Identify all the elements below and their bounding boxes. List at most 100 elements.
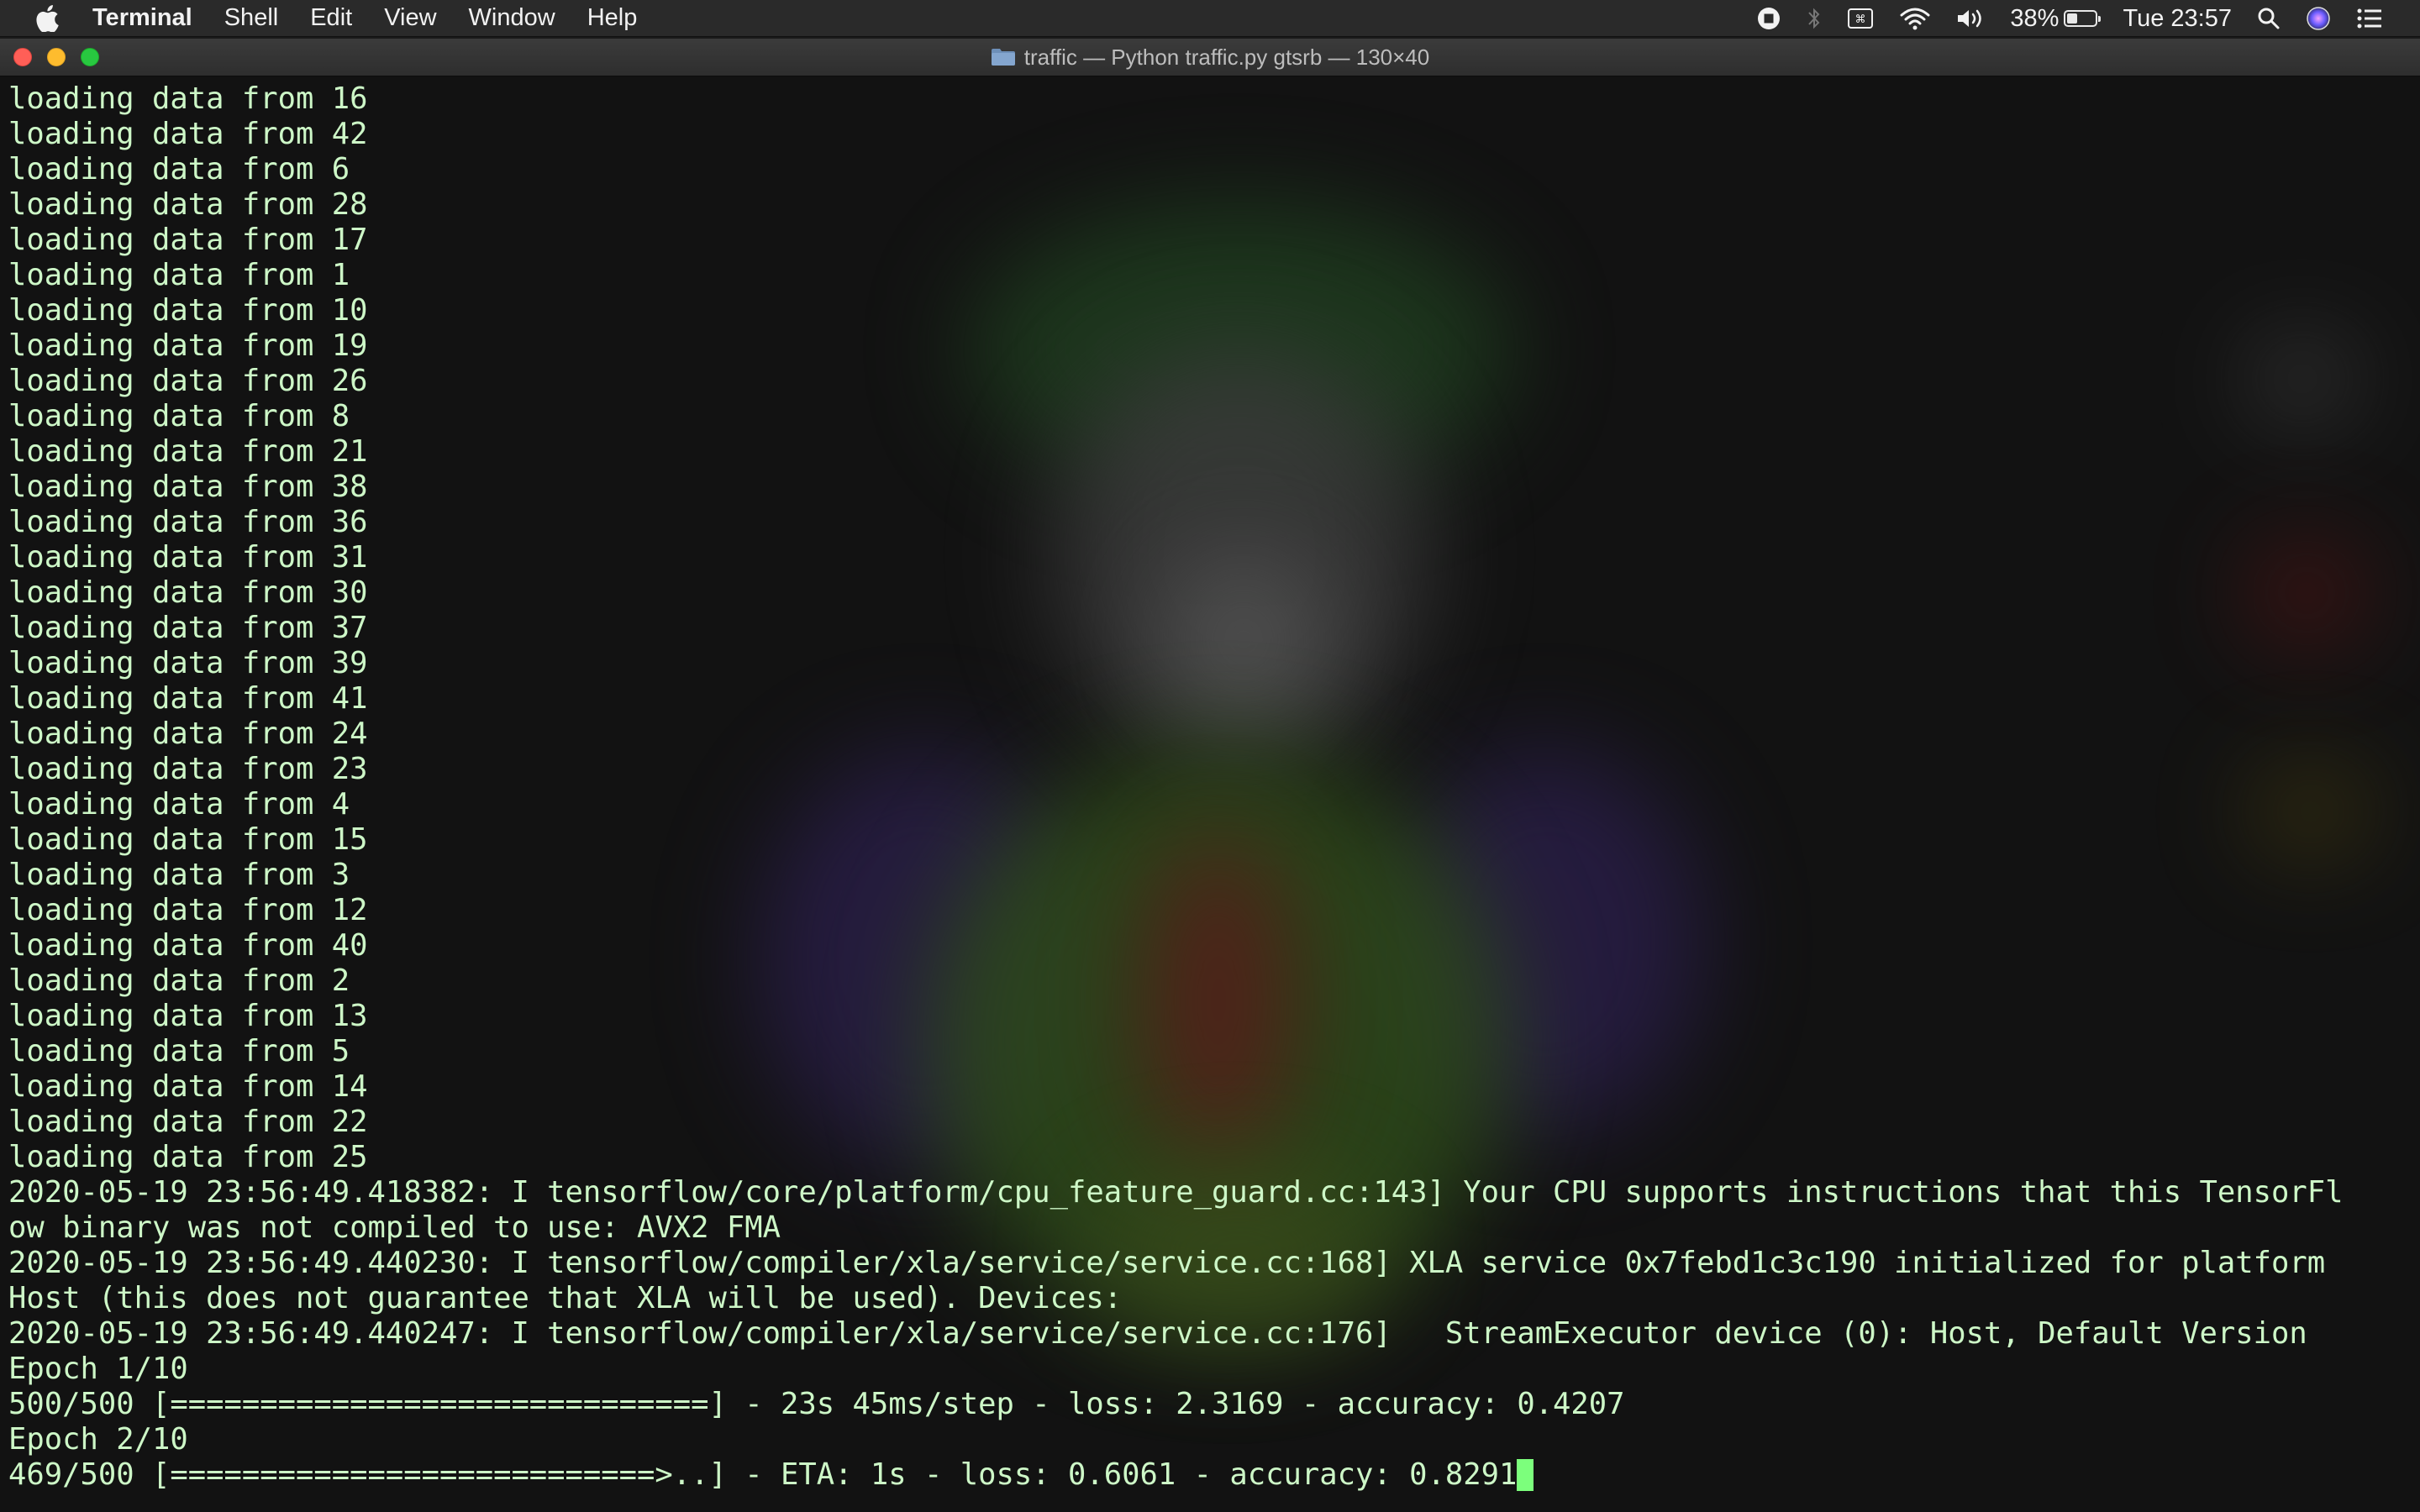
minimize-window-button[interactable] xyxy=(47,48,66,66)
terminal-line-text: Epoch 1/10 xyxy=(8,1352,188,1386)
terminal-line-text: Epoch 2/10 xyxy=(8,1422,188,1457)
screen-record-icon[interactable] xyxy=(1756,0,1781,37)
terminal-line: loading data from 5 xyxy=(8,1034,2412,1069)
terminal-line: 469/500 [===========================>..]… xyxy=(8,1457,2412,1493)
terminal-line: loading data from 30 xyxy=(8,575,2412,611)
terminal-line: loading data from 19 xyxy=(8,328,2412,364)
terminal-line-text: loading data from 4 xyxy=(8,787,350,822)
terminal-line: loading data from 14 xyxy=(8,1069,2412,1105)
terminal-line-text: loading data from 12 xyxy=(8,893,368,927)
terminal-line-text: loading data from 13 xyxy=(8,999,368,1033)
notification-center-icon[interactable] xyxy=(2356,0,2383,37)
terminal-line: loading data from 26 xyxy=(8,364,2412,399)
spotlight-search-icon[interactable] xyxy=(2257,0,2281,37)
clock[interactable]: Tue 23:57 xyxy=(2123,0,2232,37)
battery-status[interactable]: 38% xyxy=(2010,0,2102,37)
terminal-line: loading data from 3 xyxy=(8,858,2412,893)
terminal-line: loading data from 41 xyxy=(8,681,2412,717)
menu-bar: Terminal Shell Edit View Window Help ⌘ 3… xyxy=(0,0,2420,37)
terminal-line-text: loading data from 8 xyxy=(8,399,350,433)
battery-icon xyxy=(2064,10,2102,27)
terminal-line-text: loading data from 30 xyxy=(8,575,368,610)
menu-help[interactable]: Help xyxy=(587,4,638,32)
menu-view[interactable]: View xyxy=(384,4,436,32)
terminal-line: loading data from 37 xyxy=(8,611,2412,646)
terminal-cursor xyxy=(1517,1459,1534,1491)
terminal-line: loading data from 10 xyxy=(8,293,2412,328)
siri-icon[interactable] xyxy=(2306,0,2331,37)
svg-text:⌘: ⌘ xyxy=(1855,13,1866,26)
wifi-icon[interactable] xyxy=(1899,0,1931,37)
terminal-line-text: loading data from 24 xyxy=(8,717,368,751)
terminal-line: loading data from 28 xyxy=(8,187,2412,223)
terminal-line-text: loading data from 19 xyxy=(8,328,368,363)
terminal-line-text: 500/500 [==============================]… xyxy=(8,1387,1625,1421)
terminal-line-text: 2020-05-19 23:56:49.440247: I tensorflow… xyxy=(8,1316,2307,1351)
terminal-line-text: loading data from 26 xyxy=(8,364,368,398)
menu-edit[interactable]: Edit xyxy=(310,4,352,32)
terminal-line-text: loading data from 3 xyxy=(8,858,350,892)
menu-window[interactable]: Window xyxy=(469,4,555,32)
terminal-line: loading data from 12 xyxy=(8,893,2412,928)
battery-percent: 38% xyxy=(2010,4,2060,32)
terminal-line: loading data from 39 xyxy=(8,646,2412,681)
zoom-window-button[interactable] xyxy=(81,48,99,66)
window-title: traffic — Python traffic.py gtsrb — 130×… xyxy=(1023,44,1430,70)
terminal-line: loading data from 21 xyxy=(8,434,2412,470)
terminal-line-text: loading data from 17 xyxy=(8,223,368,257)
window-titlebar[interactable]: traffic — Python traffic.py gtsrb — 130×… xyxy=(0,39,2420,76)
close-window-button[interactable] xyxy=(13,48,32,66)
terminal-line: loading data from 1 xyxy=(8,258,2412,293)
terminal-line: loading data from 4 xyxy=(8,787,2412,822)
terminal-line-text: loading data from 5 xyxy=(8,1034,350,1068)
terminal-line: loading data from 13 xyxy=(8,999,2412,1034)
terminal-line: ow binary was not compiled to use: AVX2 … xyxy=(8,1210,2412,1246)
terminal-line: Epoch 2/10 xyxy=(8,1422,2412,1457)
terminal-line-text: loading data from 6 xyxy=(8,152,350,186)
bluetooth-icon[interactable] xyxy=(1807,0,1822,37)
volume-icon[interactable] xyxy=(1956,0,1985,37)
terminal-line-text: 2020-05-19 23:56:49.418382: I tensorflow… xyxy=(8,1175,2344,1210)
keyboard-viewer-icon[interactable]: ⌘ xyxy=(1847,0,1874,37)
terminal-line-text: loading data from 31 xyxy=(8,540,368,575)
terminal-line-text: loading data from 21 xyxy=(8,434,368,469)
terminal-line: loading data from 2 xyxy=(8,963,2412,999)
terminal-line: 2020-05-19 23:56:49.418382: I tensorflow… xyxy=(8,1175,2412,1210)
terminal-line: loading data from 40 xyxy=(8,928,2412,963)
apple-menu-icon[interactable] xyxy=(35,4,59,32)
terminal-output[interactable]: loading data from 16 loading data from 42… xyxy=(8,76,2412,1512)
terminal-line: loading data from 15 xyxy=(8,822,2412,858)
terminal-line: loading data from 8 xyxy=(8,399,2412,434)
terminal-line: loading data from 38 xyxy=(8,470,2412,505)
terminal-line-text: loading data from 41 xyxy=(8,681,368,716)
terminal-line-text: loading data from 40 xyxy=(8,928,368,963)
terminal-line-text: loading data from 28 xyxy=(8,187,368,222)
terminal-line: 2020-05-19 23:56:49.440230: I tensorflow… xyxy=(8,1246,2412,1281)
terminal-line: loading data from 42 xyxy=(8,117,2412,152)
menu-shell[interactable]: Shell xyxy=(224,4,279,32)
folder-icon xyxy=(991,49,1015,66)
terminal-line: Host (this does not guarantee that XLA w… xyxy=(8,1281,2412,1316)
terminal-line-text: loading data from 2 xyxy=(8,963,350,998)
menu-app-terminal[interactable]: Terminal xyxy=(92,4,192,32)
terminal-line: loading data from 24 xyxy=(8,717,2412,752)
terminal-line: loading data from 25 xyxy=(8,1140,2412,1175)
battery-level xyxy=(2067,13,2078,24)
terminal-line-text: loading data from 16 xyxy=(8,81,368,116)
terminal-line: loading data from 23 xyxy=(8,752,2412,787)
terminal-line-text: loading data from 1 xyxy=(8,258,350,292)
terminal-line-text: loading data from 39 xyxy=(8,646,368,680)
terminal-line-text: loading data from 37 xyxy=(8,611,368,645)
terminal-line-text: 469/500 [===========================>..]… xyxy=(8,1457,1518,1492)
terminal-line-text: 2020-05-19 23:56:49.440230: I tensorflow… xyxy=(8,1246,2326,1280)
terminal-line: loading data from 17 xyxy=(8,223,2412,258)
terminal-line-text: loading data from 25 xyxy=(8,1140,368,1174)
terminal-line-text: loading data from 15 xyxy=(8,822,368,857)
terminal-line: 500/500 [==============================]… xyxy=(8,1387,2412,1422)
terminal-line: Epoch 1/10 xyxy=(8,1352,2412,1387)
terminal-line: loading data from 31 xyxy=(8,540,2412,575)
terminal-line-text: loading data from 36 xyxy=(8,505,368,539)
terminal-line: loading data from 6 xyxy=(8,152,2412,187)
terminal-line: loading data from 36 xyxy=(8,505,2412,540)
terminal-line-text: loading data from 10 xyxy=(8,293,368,328)
